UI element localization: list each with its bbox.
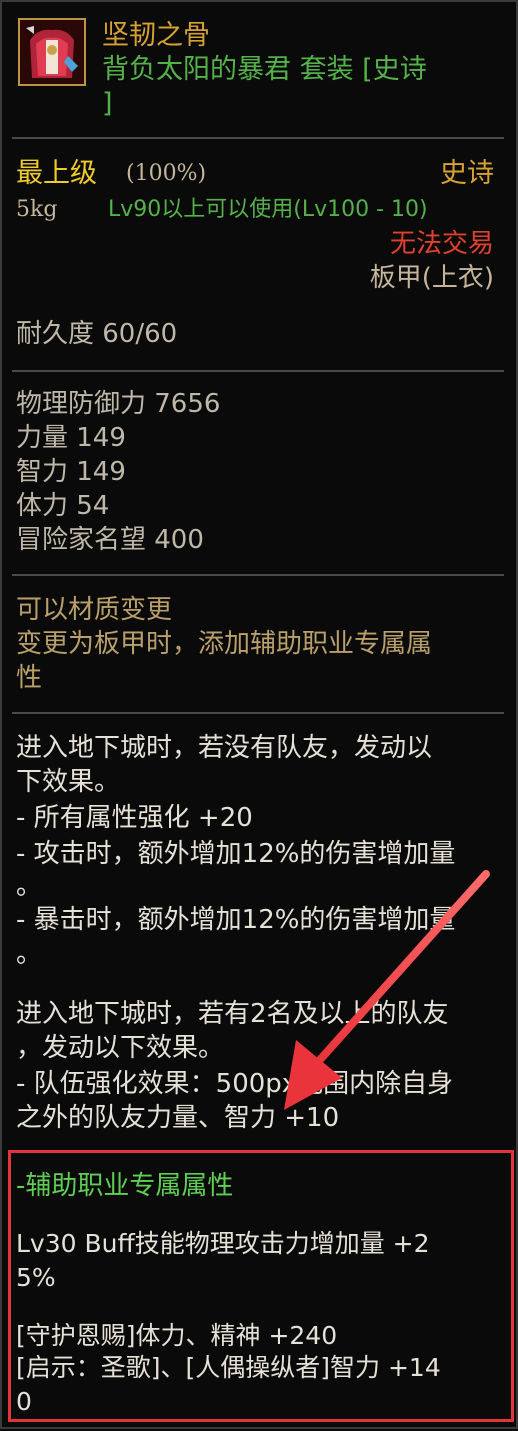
- annotation-arrow-icon: [284, 870, 490, 1110]
- item-tooltip: 坚韧之骨 背负太阳的暴君 套装 [史诗 ] 最上级 (100%) 史诗 5kg …: [0, 0, 518, 1429]
